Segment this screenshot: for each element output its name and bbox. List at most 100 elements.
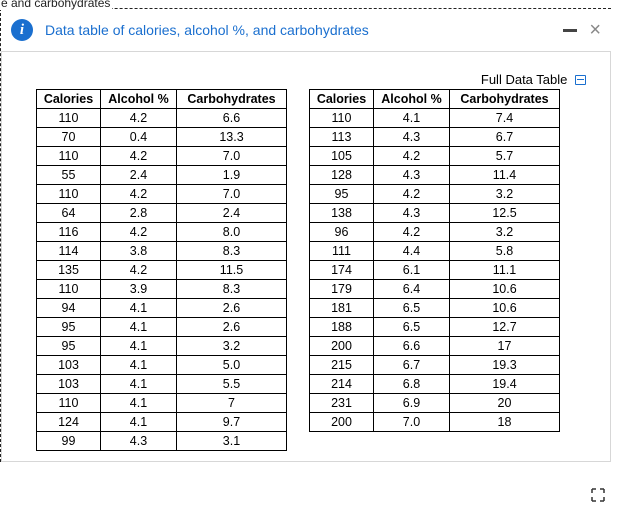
table-row: 552.41.9 <box>37 166 287 185</box>
cell: 1.9 <box>177 166 287 185</box>
cell: 12.7 <box>450 318 560 337</box>
col-carbs: Carbohydrates <box>177 90 287 109</box>
cell: 7.0 <box>177 147 287 166</box>
cell: 2.8 <box>101 204 177 223</box>
cell: 231 <box>310 394 374 413</box>
cell: 11.1 <box>450 261 560 280</box>
cell: 7.0 <box>177 185 287 204</box>
cell: 110 <box>37 109 101 128</box>
table-row: 2316.920 <box>310 394 560 413</box>
cell: 20 <box>450 394 560 413</box>
cell: 105 <box>310 147 374 166</box>
cell: 6.4 <box>374 280 450 299</box>
expand-icon[interactable] <box>591 488 605 502</box>
cell: 103 <box>37 356 101 375</box>
table-row: 1244.19.7 <box>37 413 287 432</box>
cell: 4.1 <box>101 375 177 394</box>
cell: 6.7 <box>374 356 450 375</box>
table-row: 954.12.6 <box>37 318 287 337</box>
cell: 2.6 <box>177 318 287 337</box>
cell: 4.1 <box>101 394 177 413</box>
cell: 188 <box>310 318 374 337</box>
table-row: 1103.98.3 <box>37 280 287 299</box>
cell: 110 <box>37 394 101 413</box>
cell: 6.1 <box>374 261 450 280</box>
table-row: 1143.88.3 <box>37 242 287 261</box>
cell: 95 <box>37 337 101 356</box>
cell: 18 <box>450 413 560 432</box>
cell: 10.6 <box>450 299 560 318</box>
cell: 111 <box>310 242 374 261</box>
cell: 96 <box>310 223 374 242</box>
table-row: 964.23.2 <box>310 223 560 242</box>
cell: 4.3 <box>374 204 450 223</box>
cell: 113 <box>310 128 374 147</box>
cell: 4.2 <box>101 223 177 242</box>
minimize-button[interactable] <box>563 29 577 32</box>
cell: 2.4 <box>177 204 287 223</box>
cell: 4.4 <box>374 242 450 261</box>
cell: 6.8 <box>374 375 450 394</box>
cell: 214 <box>310 375 374 394</box>
cell: 6.6 <box>177 109 287 128</box>
cell: 11.4 <box>450 166 560 185</box>
table-row: 954.13.2 <box>37 337 287 356</box>
cell: 110 <box>37 280 101 299</box>
cell: 99 <box>37 432 101 451</box>
cell: 55 <box>37 166 101 185</box>
cell: 4.3 <box>374 166 450 185</box>
table-row: 954.23.2 <box>310 185 560 204</box>
cell: 110 <box>310 109 374 128</box>
table-row: 1034.15.0 <box>37 356 287 375</box>
full-data-table-link[interactable]: Full Data Table <box>481 72 586 87</box>
data-table-left: Calories Alcohol % Carbohydrates 1104.26… <box>36 89 287 451</box>
cell: 5.5 <box>177 375 287 394</box>
table-row: 1134.36.7 <box>310 128 560 147</box>
table-row: 1114.45.8 <box>310 242 560 261</box>
cell: 4.2 <box>101 261 177 280</box>
cell: 19.4 <box>450 375 560 394</box>
cell: 3.2 <box>177 337 287 356</box>
cell: 4.1 <box>374 109 450 128</box>
cell: 116 <box>37 223 101 242</box>
cell: 4.3 <box>374 128 450 147</box>
cell: 3.9 <box>101 280 177 299</box>
table-row: 1104.27.0 <box>37 147 287 166</box>
cell: 0.4 <box>101 128 177 147</box>
cell: 5.0 <box>177 356 287 375</box>
close-button[interactable]: × <box>589 20 601 40</box>
cell: 6.6 <box>374 337 450 356</box>
col-calories: Calories <box>37 90 101 109</box>
cell: 200 <box>310 337 374 356</box>
cell: 11.5 <box>177 261 287 280</box>
cell: 4.2 <box>101 109 177 128</box>
table-row: 1886.512.7 <box>310 318 560 337</box>
table-row: 1054.25.7 <box>310 147 560 166</box>
col-alcohol: Alcohol % <box>101 90 177 109</box>
cell: 103 <box>37 375 101 394</box>
cell: 181 <box>310 299 374 318</box>
table-header-row: Calories Alcohol % Carbohydrates <box>37 90 287 109</box>
cell: 4.1 <box>101 356 177 375</box>
cell: 8.0 <box>177 223 287 242</box>
table-row: 2007.018 <box>310 413 560 432</box>
cell: 4.2 <box>374 147 450 166</box>
cell: 4.2 <box>374 185 450 204</box>
table-header-row: Calories Alcohol % Carbohydrates <box>310 90 560 109</box>
table-row: 944.12.6 <box>37 299 287 318</box>
cell: 4.2 <box>101 147 177 166</box>
cell: 215 <box>310 356 374 375</box>
cell: 179 <box>310 280 374 299</box>
cell: 4.1 <box>101 299 177 318</box>
full-data-table-label: Full Data Table <box>481 72 567 87</box>
cell: 114 <box>37 242 101 261</box>
cell: 135 <box>37 261 101 280</box>
cell: 3.8 <box>101 242 177 261</box>
table-row: 1104.26.6 <box>37 109 287 128</box>
dialog-header: i Data table of calories, alcohol %, and… <box>1 9 611 52</box>
tab-label: e and carbohydrates <box>0 0 112 10</box>
cell: 6.9 <box>374 394 450 413</box>
cell: 3.2 <box>450 185 560 204</box>
cell: 13.3 <box>177 128 287 147</box>
dialog-content: Full Data Table Calories Alcohol % Carbo… <box>1 52 611 462</box>
